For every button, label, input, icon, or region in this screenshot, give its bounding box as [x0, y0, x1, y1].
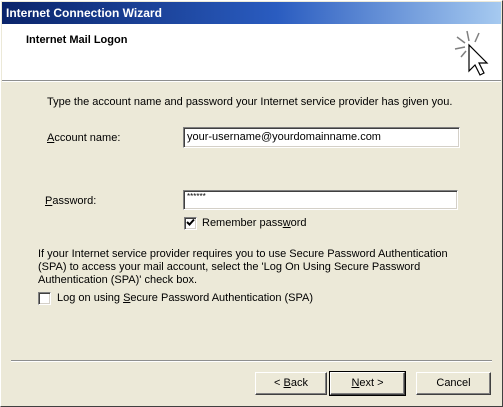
back-button[interactable]: < Back: [255, 372, 327, 395]
password-masked-value: ******: [187, 192, 206, 201]
spa-checkbox[interactable]: [38, 292, 51, 305]
header-divider: [2, 81, 501, 82]
remember-password-checkbox[interactable]: [184, 217, 197, 230]
remember-password-label[interactable]: Remember password: [202, 217, 307, 229]
spa-info-line-2: (SPA) to access your mail account, selec…: [38, 261, 421, 273]
spa-info-line-3: Authentication (SPA)' check box.: [38, 274, 198, 286]
password-label: Password:: [45, 195, 97, 207]
spa-info-line-1: If your Internet service provider requir…: [38, 248, 448, 260]
spa-checkbox-label[interactable]: Log on using Secure Password Authenticat…: [57, 292, 313, 304]
page-title: Internet Mail Logon: [26, 34, 128, 46]
footer-divider-highlight: [11, 361, 492, 362]
next-button[interactable]: Next >: [329, 371, 406, 396]
account-name-label: Account name:: [47, 132, 121, 144]
window-title: Internet Connection Wizard: [6, 6, 162, 20]
wizard-sparkle-cursor-icon: [454, 30, 489, 76]
password-field[interactable]: ******: [183, 190, 458, 210]
wizard-header: Internet Mail Logon: [2, 24, 501, 81]
title-bar[interactable]: Internet Connection Wizard: [2, 2, 501, 24]
checkmark-icon: [186, 218, 195, 226]
account-name-field[interactable]: your-username@yourdomainname.com: [183, 127, 460, 148]
cancel-button[interactable]: Cancel: [416, 372, 491, 395]
intro-text: Type the account name and password your …: [47, 96, 453, 108]
wizard-window: Internet Connection Wizard Internet Mail…: [0, 0, 503, 407]
account-name-value: your-username@yourdomainname.com: [187, 131, 381, 143]
